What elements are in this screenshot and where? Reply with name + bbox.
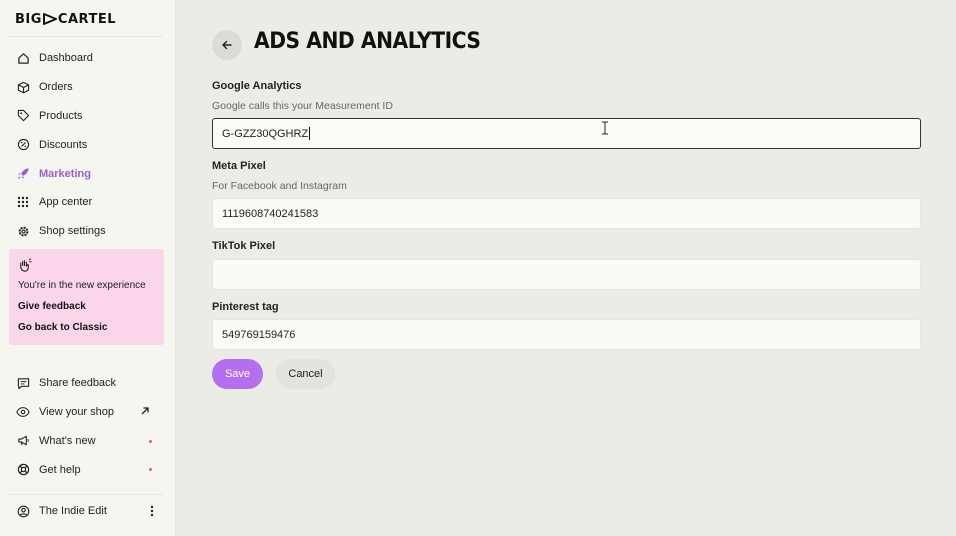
chat-icon [16,376,30,390]
pinterest-tag-label: Pinterest tag [212,301,279,313]
new-experience-banner: You're in the new experience Give feedba… [9,249,164,345]
notification-dot [149,439,152,443]
sidebar-item-label: What's new [39,434,96,447]
tiktok-pixel-label: TikTok Pixel [212,240,276,252]
pinterest-tag-value: 549769159476 [222,328,296,341]
sidebar-item-app-center[interactable]: App center [0,188,176,217]
page-title: ADS AND ANALYTICS [254,29,481,54]
sidebar-item-get-help[interactable]: Get help [0,455,176,484]
lifebuoy-icon [16,463,30,477]
meta-pixel-input[interactable]: 1119608740241583 [212,198,921,229]
google-analytics-input[interactable]: G-GZZ30QGHRZ [212,118,921,149]
brand-name-left: BIG [15,11,42,27]
arrow-left-icon [222,40,232,50]
home-icon [16,51,30,65]
rocket-icon [16,167,30,181]
give-feedback-link[interactable]: Give feedback [18,301,86,312]
waving-hand-icon [17,258,32,278]
google-analytics-value: G-GZZ30QGHRZ [222,127,309,140]
google-analytics-label: Google Analytics [212,80,302,92]
save-button[interactable]: Save [212,359,263,389]
sidebar-item-label: Shop settings [39,225,106,238]
secondary-nav: Share feedback View your shop What's new… [0,369,176,484]
meta-pixel-value: 1119608740241583 [222,207,319,220]
sidebar-item-label: Marketing [39,167,91,180]
external-link-icon [140,406,150,419]
user-icon [16,504,30,518]
main-content: ADS AND ANALYTICS Google Analytics Googl… [177,0,956,536]
sidebar-item-shop-settings[interactable]: Shop settings [0,217,176,246]
megaphone-icon [16,434,30,448]
sidebar-item-whats-new[interactable]: What's new [0,427,176,456]
discount-icon [16,138,30,152]
sidebar-item-label: Get help [39,463,81,476]
sidebar: BIG CARTEL Dashboard Orders Products Dis… [0,0,176,536]
google-analytics-help: Google calls this your Measurement ID [212,100,393,112]
sidebar-item-label: Share feedback [39,377,117,390]
sidebar-item-label: Dashboard [39,52,93,65]
more-options-icon[interactable] [150,505,154,520]
sidebar-item-products[interactable]: Products [0,102,176,131]
eye-icon [16,405,30,419]
sidebar-item-label: App center [39,196,93,209]
new-experience-text: You're in the new experience [18,280,146,291]
meta-pixel-label: Meta Pixel [212,160,266,172]
brand-logo[interactable]: BIG CARTEL [15,10,116,28]
text-cursor-icon [602,121,608,135]
sidebar-item-label: Orders [39,81,73,94]
main-nav: Dashboard Orders Products Discounts Mark… [0,44,176,246]
go-back-to-classic-link[interactable]: Go back to Classic [18,322,107,333]
text-caret [309,127,311,140]
sidebar-item-label: Products [39,109,83,122]
brand-mark-icon [42,13,57,25]
sidebar-item-view-your-shop[interactable]: View your shop [0,398,176,427]
sidebar-item-discounts[interactable]: Discounts [0,130,176,159]
back-button[interactable] [212,30,242,60]
pinterest-tag-input[interactable]: 549769159476 [212,319,921,350]
sidebar-item-label: View your shop [39,406,115,419]
sidebar-item-label: Discounts [39,138,88,151]
account-name: The Indie Edit [39,505,107,518]
sidebar-item-dashboard[interactable]: Dashboard [0,44,176,73]
notification-dot [149,468,152,472]
tag-icon [16,109,30,123]
sidebar-item-share-feedback[interactable]: Share feedback [0,369,176,398]
cancel-button[interactable]: Cancel [276,359,335,389]
meta-pixel-help: For Facebook and Instagram [212,180,347,192]
sidebar-item-marketing[interactable]: Marketing [0,159,176,188]
account-menu: The Indie Edit [0,497,176,526]
grid-icon [16,195,30,209]
box-icon [16,80,30,94]
divider [8,494,163,495]
sidebar-item-orders[interactable]: Orders [0,73,176,102]
sidebar-item-account[interactable]: The Indie Edit [0,497,176,526]
divider [8,36,163,37]
tiktok-pixel-input[interactable] [212,259,921,290]
gear-icon [16,224,30,238]
brand-name-right: CARTEL [57,11,116,27]
